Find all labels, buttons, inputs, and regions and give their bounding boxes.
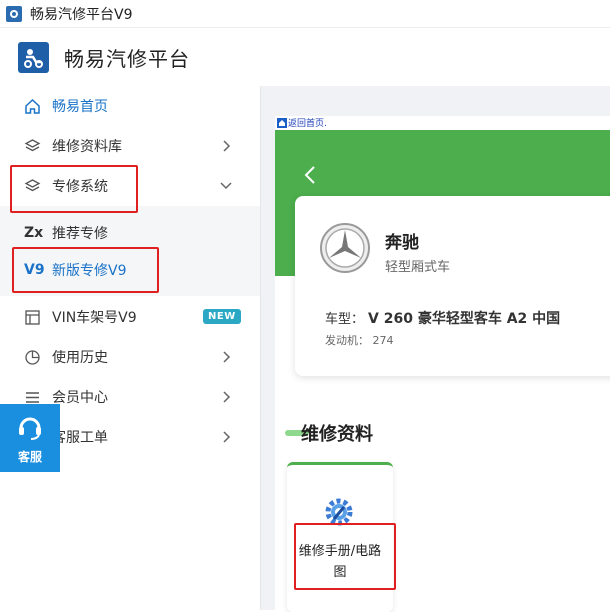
mercedes-logo-icon [320,223,370,273]
home-small-icon [277,117,287,128]
back-home-label: 返回首页. [288,119,327,129]
customer-service-button[interactable]: 客服 [0,404,60,472]
sidebar-item-label: 会员中心 [52,390,108,406]
list-icon [24,389,41,406]
sidebar-item-home[interactable]: 畅易首页 [0,86,260,126]
sidebar-item-label: 使用历史 [52,350,108,366]
sidebar-item-label: 专修系统 [52,179,108,195]
chevron-right-icon [223,140,231,152]
sidebar-item-label: VIN车架号V9 [52,310,137,326]
sidebar-item-label: 畅易首页 [52,99,108,115]
sidebar: 畅易首页 维修资料库 专修系统 Zx 推荐专修 V9 新版专修V9 VIN车架号… [0,86,260,610]
model-value: V 260 豪华轻型客车 A2 中国 [368,311,561,327]
pie-chart-icon [24,349,41,366]
chevron-right-icon [223,431,231,443]
sidebar-item-history[interactable]: 使用历史 [0,337,260,377]
chevron-right-icon [223,351,231,363]
vehicle-type: 轻型厢式车 [385,260,451,275]
app-window-icon [6,5,22,22]
sidebar-item-label: 维修资料库 [52,139,122,155]
customer-service-label: 客服 [17,449,42,464]
chevron-down-icon [220,182,232,190]
submenu-item-label: 推荐专修 [52,226,108,242]
app-name: 畅易汽修平台 [64,46,190,71]
back-home-link[interactable]: 返回首页. [277,116,327,129]
vin-icon [24,309,41,326]
main-panel: 返回首页. 奔驰 轻型厢式车 车型： V 260 豪华轻型客车 A2 中国 发动机… [260,86,610,612]
window-titlebar: 畅易汽修平台V9 [0,0,610,28]
vehicle-model-row: 车型： V 260 豪华轻型客车 A2 中国 [325,308,560,328]
chevron-right-icon [223,391,231,403]
back-arrow-icon[interactable] [303,164,317,186]
sidebar-item-special-repair[interactable]: 专修系统 [0,166,260,206]
app-header: 畅易汽修平台 [0,28,610,86]
sidebar-item-repair-library[interactable]: 维修资料库 [0,126,260,166]
vehicle-engine-row: 发动机： 274 [325,332,394,348]
home-icon [24,98,41,115]
section-title: 维修资料 [301,424,373,445]
engine-value: 274 [372,334,394,347]
vehicle-info-card: 奔驰 轻型厢式车 车型： V 260 豪华轻型客车 A2 中国 发动机： 274 [295,196,610,376]
special-repair-submenu: Zx 推荐专修 V9 新版专修V9 [0,206,260,296]
sidebar-item-vin[interactable]: VIN车架号V9 NEW [0,297,260,337]
new-badge: NEW [203,309,241,324]
layers-icon [24,178,41,195]
vehicle-brand: 奔驰 [385,233,419,253]
gear-wrench-icon [325,498,353,526]
layers-icon [24,138,41,155]
engine-label: 发动机： [325,334,369,347]
submenu-item-v9[interactable]: V9 新版专修V9 [0,251,260,289]
content-area: 返回首页. 奔驰 轻型厢式车 车型： V 260 豪华轻型客车 A2 中国 发动机… [275,116,610,612]
window-title: 畅易汽修平台V9 [30,6,133,23]
submenu-item-recommended[interactable]: Zx 推荐专修 [0,214,260,252]
v9-prefix: V9 [24,262,45,278]
app-logo-icon [18,41,49,73]
model-label: 车型： [325,312,365,327]
sidebar-item-label: 客服工单 [52,430,108,446]
headset-icon [19,417,41,440]
repair-manual-tile[interactable]: 维修手册/电路图 [287,462,393,612]
tile-label: 维修手册/电路图 [298,544,382,580]
zx-prefix: Zx [24,225,44,241]
submenu-item-label: 新版专修V9 [52,263,127,279]
